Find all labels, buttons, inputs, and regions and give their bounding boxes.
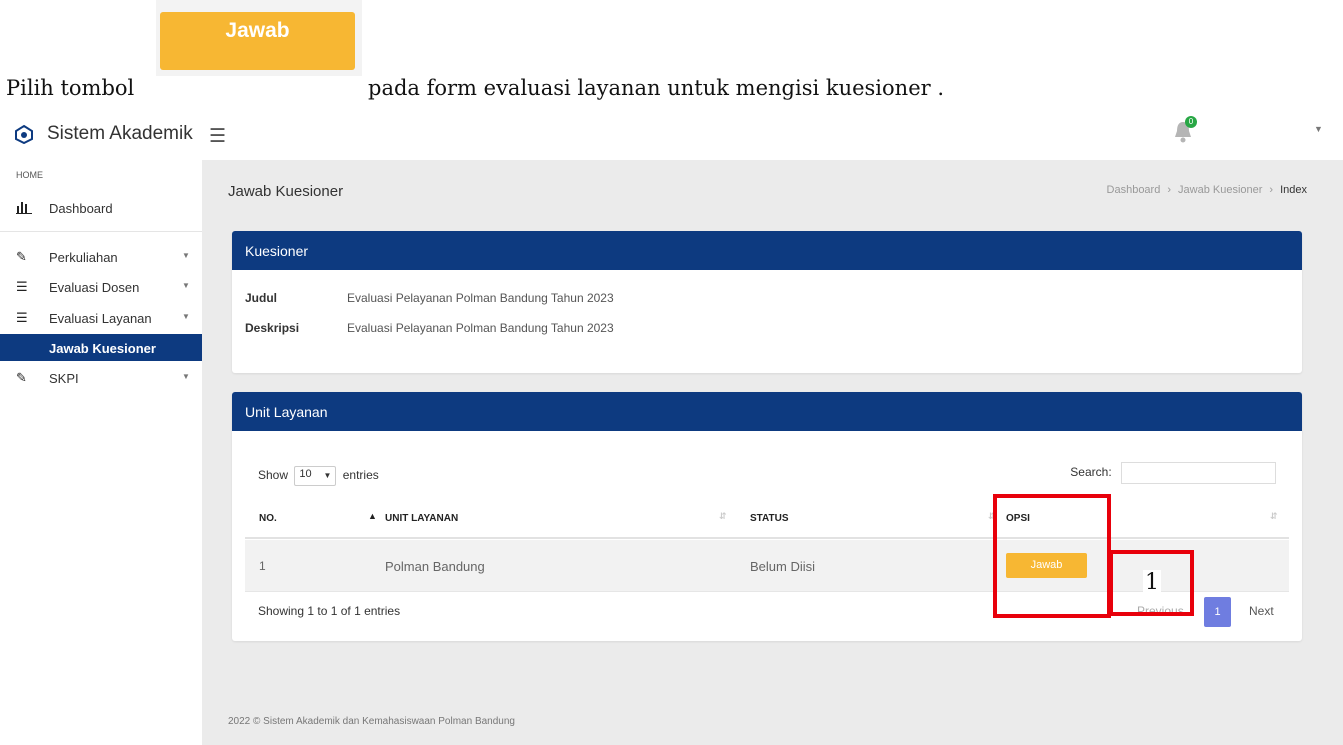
sort-asc-icon: ▲ [368, 511, 377, 521]
list-icon: ☰ [16, 310, 28, 325]
main-content: Jawab Kuesioner Dashboard › Jawab Kuesione… [202, 160, 1343, 745]
sidebar-item-label: Dashboard [49, 201, 113, 216]
pagination-next[interactable]: Next [1249, 604, 1274, 618]
notification-badge: 0 [1185, 116, 1197, 128]
column-header-status[interactable]: STATUS [750, 513, 789, 524]
sidebar-item-label: SKPI [49, 371, 79, 386]
cell-status: Belum Diisi [750, 559, 816, 574]
pencil-icon: ✎ [16, 249, 27, 264]
sidebar-item-jawab-kuesioner[interactable]: Jawab Kuesioner [0, 334, 202, 361]
breadcrumb-separator-icon: › [1269, 184, 1274, 196]
kuesioner-card-header: Kuesioner [232, 231, 1302, 270]
instruction-jawab-button: Jawab [160, 12, 355, 70]
chevron-down-icon: ▼ [182, 251, 190, 260]
instruction-banner: Pilih tombol Jawab pada form evaluasi la… [0, 0, 1343, 100]
sidebar-item-perkuliahan[interactable]: ✎ Perkuliahan ▼ [0, 243, 202, 271]
search-control: Search: [1070, 462, 1276, 484]
entries-select[interactable]: 10 ▼ [294, 466, 337, 486]
chevron-down-icon: ▼ [182, 372, 190, 381]
breadcrumb-current: Index [1280, 184, 1307, 196]
search-input[interactable] [1121, 462, 1276, 484]
sidebar-item-skpi[interactable]: ✎ SKPI ▼ [0, 364, 202, 392]
sidebar-item-label: Evaluasi Dosen [49, 280, 140, 295]
sidebar: HOME Dashboard ✎ Perkuliahan ▼ ☰ Evaluas… [0, 160, 202, 745]
table-header: NO. ▲ UNIT LAYANAN ⇵ STATUS ⇵ OPSI ⇵ [245, 497, 1289, 539]
sidebar-item-label: Jawab Kuesioner [49, 341, 156, 356]
search-label: Search: [1070, 465, 1112, 480]
breadcrumb-jawab-kuesioner[interactable]: Jawab Kuesioner [1178, 184, 1262, 196]
unit-layanan-card-header: Unit Layanan [232, 392, 1302, 431]
deskripsi-label: Deskripsi [245, 321, 300, 335]
judul-label: Judul [245, 291, 277, 305]
sidebar-item-evaluasi-dosen[interactable]: ☰ Evaluasi Dosen ▼ [0, 273, 202, 301]
judul-value: Evaluasi Pelayanan Polman Bandung Tahun … [347, 291, 614, 305]
instruction-post-text: pada form evaluasi layanan untuk mengisi… [368, 76, 945, 100]
chevron-down-icon: ▼ [182, 281, 190, 290]
footer-text: 2022 © Sistem Akademik dan Kemahasiswaan… [228, 716, 515, 727]
chevron-down-icon: ▼ [182, 312, 190, 321]
sort-icon: ⇵ [719, 511, 727, 521]
instruction-pre-text: Pilih tombol [6, 76, 135, 100]
hamburger-menu-icon[interactable]: ☰ [209, 125, 226, 148]
annotation-highlight-opsi [993, 494, 1111, 618]
deskripsi-value: Evaluasi Pelayanan Polman Bandung Tahun … [347, 321, 614, 335]
table-info: Showing 1 to 1 of 1 entries [258, 604, 401, 618]
column-header-no[interactable]: NO. [259, 513, 277, 524]
kuesioner-card: Kuesioner Judul Evaluasi Pelayanan Polma… [232, 231, 1302, 373]
cell-unit-layanan: Polman Bandung [385, 559, 485, 574]
column-header-unit-layanan[interactable]: UNIT LAYANAN [385, 513, 458, 524]
breadcrumb: Dashboard › Jawab Kuesioner › Index [1107, 184, 1307, 196]
cell-no: 1 [259, 559, 266, 573]
sort-icon: ⇵ [1270, 511, 1278, 521]
brand-logo-icon [15, 124, 33, 144]
pagination-page-1[interactable]: 1 [1204, 597, 1231, 627]
brand-title[interactable]: Sistem Akademik [47, 123, 203, 145]
list-icon: ☰ [16, 279, 28, 294]
annotation-step-number: 1 [1143, 570, 1161, 596]
sidebar-item-label: Evaluasi Layanan [49, 311, 152, 326]
entries-length-control: Show 10 ▼ entries [258, 466, 379, 486]
bar-chart-icon [16, 200, 32, 214]
sidebar-item-evaluasi-layanan[interactable]: ☰ Evaluasi Layanan ▼ [0, 304, 202, 332]
top-navbar: Sistem Akademik ☰ 0 ▼ [0, 110, 1343, 160]
sidebar-item-label: Perkuliahan [49, 250, 118, 265]
breadcrumb-dashboard[interactable]: Dashboard [1107, 184, 1161, 196]
page-title: Jawab Kuesioner [228, 183, 344, 200]
show-label: Show [258, 468, 289, 483]
sidebar-divider [0, 231, 202, 232]
sidebar-item-dashboard[interactable]: Dashboard [0, 194, 202, 222]
pencil-icon: ✎ [16, 370, 27, 385]
chevron-down-icon: ▼ [323, 471, 332, 480]
breadcrumb-separator-icon: › [1167, 184, 1172, 196]
sidebar-section-header: HOME [16, 170, 43, 180]
entries-select-value: 10 [299, 468, 312, 480]
entries-label: entries [342, 468, 379, 483]
user-menu-caret-icon[interactable]: ▼ [1314, 124, 1323, 134]
